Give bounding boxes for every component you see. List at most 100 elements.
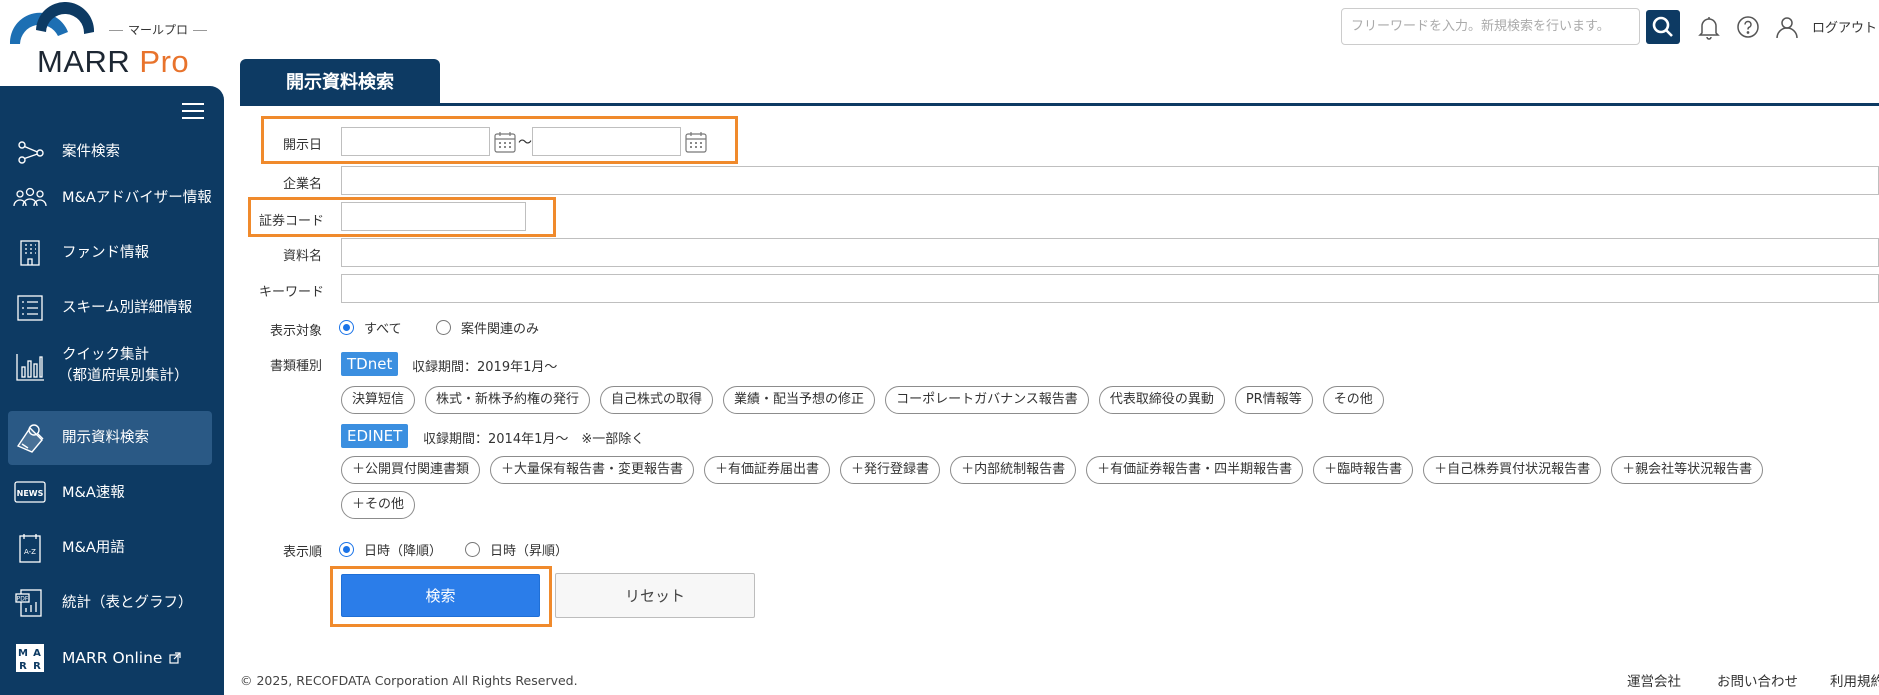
chip-edinet-internal-control[interactable]: ＋内部統制報告書: [950, 456, 1077, 484]
sidebar-item-label: MARR Online: [62, 648, 182, 669]
logout-link[interactable]: ログアウト: [1812, 17, 1877, 36]
date-to-input[interactable]: [532, 127, 681, 156]
edinet-chip-row-2: ＋その他: [341, 491, 416, 519]
security-code-label: 証券コード: [259, 214, 325, 229]
document-search-icon: [16, 424, 44, 453]
news-icon: NEWS: [14, 481, 46, 503]
sidebar-nav: 案件検索 M&Aアドバイザー情報 ファンド情報 スキーム別詳細情報 クイック集計…: [0, 86, 224, 695]
sidebar-item-label: M&Aアドバイザー情報: [62, 189, 212, 206]
svg-text:R: R: [19, 661, 27, 672]
search-submit-button[interactable]: 検索: [341, 574, 540, 617]
keyword-input[interactable]: [341, 274, 1879, 303]
sidebar-item-statistics[interactable]: PDF 統計（表とグラフ）: [8, 576, 212, 630]
logo-mark-icon: [9, 2, 95, 45]
sidebar-item-label: M&A速報: [62, 484, 125, 501]
logo[interactable]: マールプロ MARR Pro: [0, 0, 224, 86]
sort-order-label: 表示順: [283, 545, 323, 560]
edinet-period: 収録期間：2014年1月～ ※一部除く: [423, 432, 645, 447]
chip-tdnet-governance[interactable]: コーポレートガバナンス報告書: [885, 386, 1089, 414]
footer-link-terms[interactable]: 利用規約: [1830, 670, 1879, 690]
chip-tdnet-other[interactable]: その他: [1322, 386, 1384, 414]
chip-tdnet-ceo-change[interactable]: 代表取締役の異動: [1098, 386, 1225, 414]
calendar-icon[interactable]: [493, 130, 517, 154]
help-icon[interactable]: [1735, 14, 1761, 40]
chip-edinet-annual-report[interactable]: ＋有価証券報告書・四半期報告書: [1086, 456, 1304, 484]
sidebar-item-marr-online[interactable]: MARR MARR Online: [8, 631, 212, 685]
sidebar-item-label: 統計（表とグラフ）: [62, 594, 193, 611]
logo-text: MARR Pro: [37, 44, 190, 79]
sidebar-item-label: 開示資料検索: [62, 429, 149, 446]
document-name-input[interactable]: [341, 238, 1879, 267]
chip-tdnet-buyback[interactable]: 自己株式の取得: [600, 386, 714, 414]
svg-text:A-Z: A-Z: [24, 548, 36, 556]
search-input[interactable]: [1341, 8, 1640, 45]
sidebar-item-label: ファンド情報: [62, 244, 149, 261]
chip-tdnet-forecast-revision[interactable]: 業績・配当予想の修正: [723, 386, 876, 414]
sidebar-item-quick-stats[interactable]: クイック集計 （都道府県別集計）: [8, 336, 212, 398]
document-name-label: 資料名: [283, 249, 323, 264]
sidebar-item-disclosure-search[interactable]: 開示資料検索: [8, 411, 212, 465]
external-link-icon: [169, 651, 182, 664]
sidebar-item-advisor[interactable]: M&Aアドバイザー情報: [8, 171, 212, 225]
bell-icon[interactable]: [1696, 14, 1722, 40]
title-underline: [240, 103, 1879, 106]
chip-edinet-parent-status[interactable]: ＋親会社等状況報告書: [1611, 456, 1764, 484]
sidebar-item-ma-glossary[interactable]: A-Z M&A用語: [8, 521, 212, 575]
edinet-badge: EDINET: [341, 424, 409, 448]
building-icon: [20, 240, 40, 266]
reset-button[interactable]: リセット: [555, 573, 755, 618]
chip-edinet-large-holding[interactable]: ＋大量保有報告書・変更報告書: [490, 456, 695, 484]
sidebar-item-label-2: （都道府県別集計）: [58, 368, 189, 384]
list-icon: [17, 295, 43, 321]
sidebar: マールプロ MARR Pro 案件検索 M&Aアドバイザー情報 ファンド情報 ス…: [0, 0, 224, 695]
footer-link-company[interactable]: 運営会社: [1627, 670, 1681, 690]
svg-text:PDF: PDF: [17, 596, 29, 603]
chip-edinet-buyback-status[interactable]: ＋自己株券買付状況報告書: [1423, 456, 1602, 484]
radio-target-deal-only[interactable]: 案件関連のみ: [436, 318, 539, 337]
sidebar-item-label: 案件検索: [62, 143, 120, 160]
user-icon[interactable]: [1774, 14, 1800, 40]
bar-chart-icon: [16, 354, 44, 381]
sidebar-item-label: M&A用語: [62, 539, 125, 556]
radio-order-desc[interactable]: 日時（降順）: [339, 540, 442, 559]
search-button[interactable]: [1646, 10, 1680, 44]
pdf-chart-icon: PDF: [15, 589, 42, 617]
svg-text:A: A: [33, 648, 41, 659]
edinet-chip-row-1: ＋公開買付関連書類 ＋大量保有報告書・変更報告書 ＋有価証券届出書 ＋発行登録書…: [341, 456, 1764, 484]
sidebar-item-scheme[interactable]: スキーム別詳細情報: [8, 281, 212, 335]
sidebar-item-label: スキーム別詳細情報: [62, 299, 193, 316]
date-separator: ～: [518, 135, 532, 151]
chip-edinet-securities-registration[interactable]: ＋有価証券届出書: [704, 456, 831, 484]
svg-text:R: R: [33, 661, 41, 672]
chip-tdnet-stock-issue[interactable]: 株式・新株予約権の発行: [425, 386, 591, 414]
nodes-icon: [18, 141, 44, 164]
company-label: 企業名: [283, 177, 323, 192]
tdnet-chip-row: 決算短信 株式・新株予約権の発行 自己株式の取得 業績・配当予想の修正 コーポレ…: [341, 386, 1384, 414]
chip-tdnet-earnings[interactable]: 決算短信: [341, 386, 416, 414]
keyword-label: キーワード: [259, 285, 325, 300]
people-icon: [13, 187, 47, 207]
logo-subtitle: マールプロ: [104, 21, 212, 38]
company-name-input[interactable]: [341, 166, 1879, 195]
chip-edinet-extraordinary-report[interactable]: ＋臨時報告書: [1313, 456, 1414, 484]
security-code-input[interactable]: [341, 202, 526, 231]
chip-edinet-tender-offer[interactable]: ＋公開買付関連書類: [341, 456, 481, 484]
radio-target-all[interactable]: すべて: [339, 318, 402, 337]
radio-order-asc[interactable]: 日時（昇順）: [465, 540, 568, 559]
footer-link-contact[interactable]: お問い合わせ: [1717, 670, 1798, 690]
display-target-label: 表示対象: [270, 324, 323, 339]
copyright: © 2025, RECOFDATA Corporation All Rights…: [240, 673, 578, 688]
tdnet-badge: TDnet: [341, 352, 399, 376]
chip-tdnet-pr[interactable]: PR情報等: [1234, 386, 1313, 414]
sidebar-item-fund[interactable]: ファンド情報: [8, 226, 212, 280]
sidebar-item-ma-news[interactable]: NEWS M&A速報: [8, 466, 212, 520]
date-from-input[interactable]: [341, 127, 490, 156]
hamburger-menu-icon[interactable]: [182, 103, 204, 121]
page-title: 開示資料検索: [240, 59, 440, 103]
calendar-icon[interactable]: [684, 130, 708, 154]
sidebar-item-label: クイック集計: [62, 347, 149, 363]
svg-text:M: M: [18, 648, 28, 659]
marr-icon: M AR R: [16, 644, 44, 672]
chip-edinet-shelf-registration[interactable]: ＋発行登録書: [840, 456, 941, 484]
chip-edinet-other[interactable]: ＋その他: [341, 491, 416, 519]
